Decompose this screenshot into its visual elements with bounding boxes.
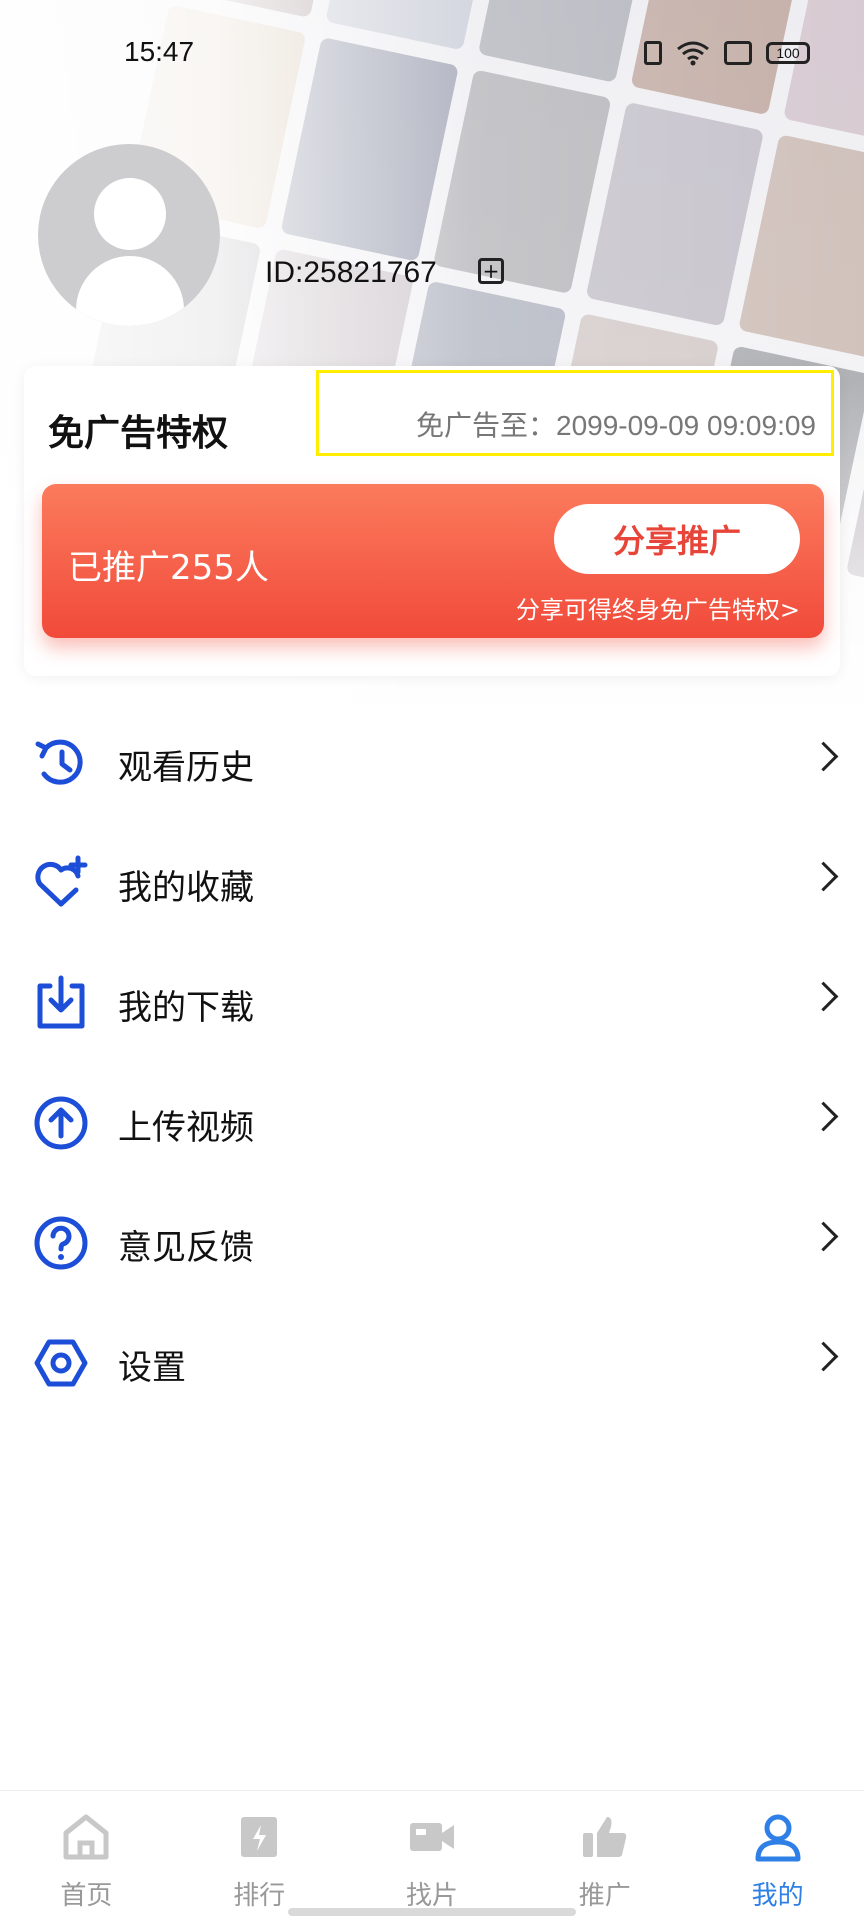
promo-count: 已推广255人 — [68, 548, 269, 588]
menu-item-label: 观看历史 — [118, 748, 254, 788]
tab-home[interactable]: 首页 — [0, 1791, 173, 1921]
battery-icon: 100 — [766, 42, 810, 64]
ranking-icon — [241, 1817, 278, 1857]
menu-list: 观看历史 我的收藏 我的下载 上传视频 意见反馈 设置 — [0, 702, 864, 1422]
upload-icon — [34, 1096, 88, 1150]
menu-item-feedback[interactable]: 意见反馈 — [0, 1182, 864, 1302]
home-icon — [63, 1814, 109, 1860]
vibrate-icon — [644, 41, 662, 65]
promo-tip-link[interactable]: 分享可得终身免广告特权> — [516, 590, 800, 625]
ad-free-title: 免广告特权 — [48, 413, 229, 454]
menu-item-label: 我的收藏 — [118, 868, 254, 908]
wifi-icon — [677, 41, 709, 66]
menu-item-label: 设置 — [118, 1348, 186, 1388]
tab-label: 首页 — [60, 1881, 113, 1911]
chevron-right-icon — [808, 1221, 839, 1252]
tab-label: 我的 — [751, 1881, 804, 1911]
chevron-right-icon — [808, 981, 839, 1012]
ad-free-card: 免广告特权 免广告至：2099-09-09 09:09:09 已推广255人 分… — [24, 366, 840, 676]
tab-mine[interactable]: 我的 — [691, 1791, 864, 1921]
history-icon — [35, 739, 83, 785]
ad-free-expire: 免广告至：2099-09-09 09:09:09 — [416, 410, 816, 441]
chevron-right-icon — [808, 1341, 839, 1372]
user-icon — [755, 1814, 801, 1862]
tab-label: 找片 — [405, 1881, 458, 1911]
tab-ranking[interactable]: 排行 — [173, 1791, 346, 1921]
share-promote-button[interactable]: 分享推广 — [554, 504, 800, 574]
tab-find[interactable]: 找片 — [346, 1791, 519, 1921]
status-time: 15:47 — [124, 36, 195, 67]
menu-item-favorites[interactable]: 我的收藏 — [0, 822, 864, 942]
thumbs-up-icon — [582, 1817, 626, 1857]
menu-item-label: 我的下载 — [118, 988, 254, 1028]
feedback-icon — [34, 1216, 88, 1270]
copy-id-icon[interactable]: + — [478, 258, 504, 284]
chevron-right-icon — [808, 861, 839, 892]
tab-label: 推广 — [578, 1881, 631, 1911]
chevron-right-icon — [808, 1101, 839, 1132]
download-icon — [37, 975, 85, 1029]
promo-banner: 已推广255人 分享推广 分享可得终身免广告特权> — [42, 484, 824, 638]
settings-icon — [34, 1339, 88, 1387]
avatar[interactable] — [38, 144, 220, 326]
favorite-icon — [35, 855, 88, 907]
home-indicator[interactable] — [288, 1908, 576, 1916]
menu-item-label: 上传视频 — [118, 1108, 254, 1148]
tab-promote[interactable]: 推广 — [518, 1791, 691, 1921]
menu-item-history[interactable]: 观看历史 — [0, 702, 864, 822]
chevron-right-icon — [808, 741, 839, 772]
video-camera-icon — [409, 1823, 454, 1851]
menu-item-settings[interactable]: 设置 — [0, 1302, 864, 1422]
bottom-tab-bar: 首页 排行 找片 推广 我的 — [0, 1790, 864, 1921]
status-icons: 100 — [644, 40, 810, 66]
tab-label: 排行 — [233, 1881, 286, 1911]
sim-icon — [724, 41, 752, 65]
menu-item-downloads[interactable]: 我的下载 — [0, 942, 864, 1062]
user-id: ID:25821767 — [265, 256, 437, 289]
menu-item-upload[interactable]: 上传视频 — [0, 1062, 864, 1182]
menu-item-label: 意见反馈 — [118, 1228, 254, 1268]
